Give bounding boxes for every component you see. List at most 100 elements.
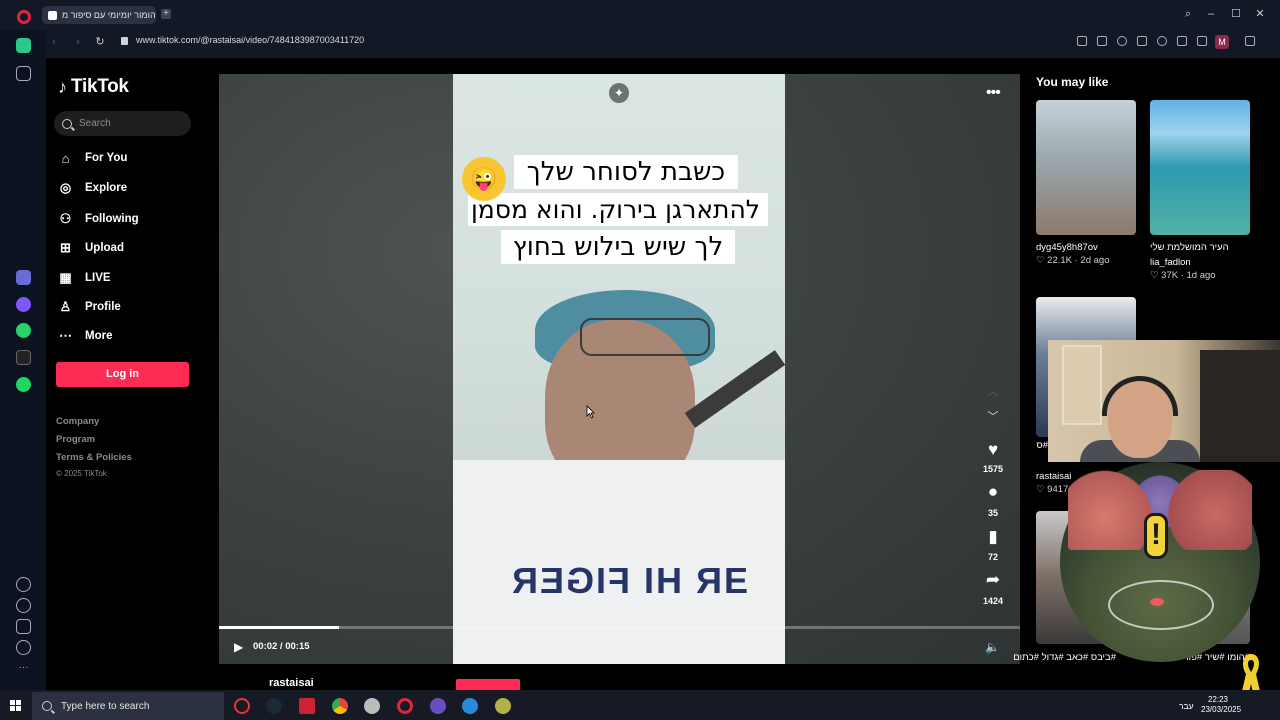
comment-icon[interactable]: ● — [983, 482, 1003, 502]
comment-count: 35 — [987, 508, 998, 518]
footer-company-link[interactable]: Company — [56, 416, 99, 427]
spotify-icon[interactable] — [16, 377, 31, 392]
live-icon: ▦ — [59, 270, 72, 285]
recommended-author[interactable]: lia_fadlon — [1150, 257, 1191, 268]
nav-label: For You — [85, 152, 128, 164]
opera-logo-icon[interactable] — [17, 10, 31, 24]
recommended-tags[interactable]: #ביבס #כאב #גדול #כתום — [1013, 652, 1116, 663]
post-age: 1d ago — [1186, 270, 1216, 281]
nav-live[interactable]: ▦ LIVE — [58, 267, 110, 289]
volume-icon[interactable]: 🔈 — [985, 640, 1000, 654]
nav-more[interactable]: ⋯ More — [58, 325, 112, 347]
aria-ai-icon[interactable] — [16, 38, 31, 53]
search-input[interactable]: Search — [54, 111, 191, 136]
reload-icon[interactable]: ↻ — [94, 35, 106, 49]
x-twitter-icon[interactable] — [16, 350, 31, 365]
heart-sidebar-icon[interactable] — [16, 577, 31, 592]
recommended-thumbnail[interactable] — [1036, 100, 1136, 235]
video-progress-track[interactable] — [219, 626, 1020, 629]
video-time: 00:02 / 00:15 — [253, 641, 310, 652]
new-tab-button[interactable]: + — [161, 9, 171, 19]
shield-icon[interactable] — [1117, 36, 1127, 46]
recommended-title[interactable]: העיר המושלמת שלי — [1150, 242, 1250, 253]
edit-icon[interactable] — [1077, 36, 1087, 46]
close-window-button[interactable]: ✕ — [1254, 8, 1266, 20]
browser-tab[interactable]: הומור יומיומי עם סיפור מ... — [42, 6, 156, 24]
video-more-options-icon[interactable]: ••• — [986, 84, 1001, 102]
taskbar-app-icon[interactable] — [462, 698, 478, 714]
taskbar-app-icon[interactable] — [234, 698, 250, 714]
play-icon[interactable] — [1137, 36, 1147, 46]
more-dots-icon: ⋯ — [59, 328, 72, 343]
next-video-icon[interactable]: ﹀ — [986, 410, 1000, 424]
share-icon[interactable]: ➦ — [983, 570, 1003, 590]
heart-small-icon: ♡ — [1036, 255, 1048, 266]
tiktok-logo[interactable]: ♪ TikTok — [58, 76, 129, 98]
follow-button[interactable] — [456, 679, 520, 690]
author-strip — [219, 670, 1020, 690]
sidebar-more-icon[interactable]: ··· — [16, 662, 31, 677]
heart-icon[interactable]: ♥ — [983, 440, 1003, 460]
search-tabs-icon[interactable]: ⌕ — [1182, 8, 1194, 20]
maximize-button[interactable]: ☐ — [1230, 8, 1242, 20]
opera-taskbar-icon[interactable] — [397, 698, 413, 714]
video-caption: כשבת לסוחר שלך להתארגן בירוק. והוא מסמן … — [468, 155, 768, 264]
video-progress-fill — [219, 626, 340, 629]
heart-outline-icon[interactable] — [1157, 36, 1167, 46]
recommended-meta: ♡ 22.1K · 2d ago — [1036, 255, 1110, 266]
recommended-author[interactable]: rastaisai — [1036, 471, 1071, 482]
taskbar-app-icon[interactable] — [430, 698, 446, 714]
likes-count: 22.1K — [1047, 255, 1072, 266]
box-icon[interactable] — [16, 619, 31, 634]
winking-face-emoji-icon: 😜 — [462, 157, 506, 201]
menu-icon[interactable] — [1197, 36, 1207, 46]
minimize-button[interactable]: – — [1205, 8, 1217, 20]
login-button[interactable]: Log in — [56, 362, 189, 387]
download-icon[interactable] — [1177, 36, 1187, 46]
nav-upload[interactable]: ⊞ Upload — [58, 237, 124, 259]
ai-app-icon[interactable] — [16, 270, 31, 285]
likes-count: 37K — [1161, 270, 1179, 281]
nav-label: More — [85, 330, 113, 342]
footer-program-link[interactable]: Program — [56, 434, 95, 445]
recommended-meta: ♡ 37K · 1d ago — [1150, 270, 1216, 281]
footer-terms-link[interactable]: Terms & Policies — [56, 452, 132, 463]
profile-avatar[interactable]: M — [1215, 35, 1229, 49]
address-bar-url[interactable]: www.tiktok.com/@rastaisai/video/74841839… — [136, 35, 364, 45]
chrome-icon[interactable] — [332, 698, 348, 714]
camera-icon[interactable] — [1097, 36, 1107, 46]
recommended-author[interactable]: dyg45y8h87ov — [1036, 242, 1098, 253]
taskbar-search[interactable]: Type here to search — [32, 692, 224, 720]
taskbar-app-icon[interactable] — [364, 698, 380, 714]
bookmark-icon[interactable]: ▮ — [983, 527, 1003, 547]
settings-icon[interactable] — [16, 640, 31, 655]
taskbar-clock[interactable]: 22:23 23/03/2025 — [1201, 695, 1241, 715]
like-count: 1575 — [982, 464, 1004, 474]
extensions-icon[interactable] — [1245, 36, 1255, 46]
language-indicator[interactable]: עבר — [1179, 701, 1194, 711]
pinboard-icon[interactable] — [16, 66, 31, 81]
history-icon[interactable] — [16, 598, 31, 613]
recommended-thumbnail[interactable] — [1150, 100, 1250, 235]
previous-video-icon[interactable]: ︿ — [986, 385, 1000, 399]
nav-following[interactable]: ⚇ Following — [58, 208, 139, 230]
nav-profile[interactable]: ♙ Profile — [58, 296, 121, 318]
nav-for-you[interactable]: ⌂ For You — [58, 147, 128, 169]
author-name[interactable]: rastaisai — [269, 677, 314, 689]
nav-explore[interactable]: ◎ Explore — [58, 177, 127, 199]
forward-arrow-icon[interactable]: › — [72, 35, 84, 49]
heart-small-icon: ♡ — [1036, 484, 1048, 495]
sparkle-effect-icon[interactable]: ✦ — [609, 83, 629, 103]
taskbar-app-icon[interactable] — [299, 698, 315, 714]
steam-icon[interactable] — [266, 698, 282, 714]
play-icon[interactable]: ▶ — [234, 640, 248, 654]
search-icon — [62, 118, 72, 129]
whatsapp-icon[interactable] — [16, 323, 31, 338]
recommended-tags[interactable]: #סרטים #תו — [1036, 440, 1048, 451]
back-arrow-icon[interactable]: ‹ — [48, 35, 60, 49]
taskbar-app-icon[interactable] — [495, 698, 511, 714]
nav-label: Explore — [85, 182, 128, 194]
windows-start-icon[interactable] — [10, 700, 21, 711]
webcam-door — [1062, 345, 1102, 425]
messenger-icon[interactable] — [16, 297, 31, 312]
